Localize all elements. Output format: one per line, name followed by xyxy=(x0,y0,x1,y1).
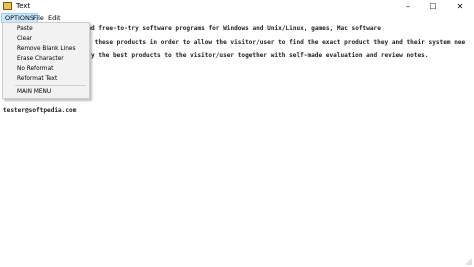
window-title: Text xyxy=(16,2,31,10)
menu-item-erase-character[interactable]: Erase Character xyxy=(17,55,64,64)
menu-item-clear[interactable]: Clear xyxy=(17,35,32,44)
title-bar: Text – ☐ ✕ xyxy=(0,0,474,13)
menu-item-reformat-text[interactable]: Reformat Text xyxy=(17,75,57,84)
menu-separator xyxy=(15,85,86,86)
text-line: y the best products to the visitor/user … xyxy=(91,52,429,59)
menu-item-no-reformat[interactable]: No Reformat xyxy=(17,65,53,74)
close-button[interactable]: ✕ xyxy=(448,0,472,13)
resize-grip-icon[interactable] xyxy=(466,259,472,265)
app-icon xyxy=(3,2,12,10)
menu-item-main-menu[interactable]: MAIN MENU xyxy=(17,88,51,97)
text-line: these products in order to allow the vis… xyxy=(91,39,466,46)
maximize-button[interactable]: ☐ xyxy=(421,0,445,13)
options-dropdown-menu: Paste Clear Remove Blank Lines Erase Cha… xyxy=(2,22,90,99)
text-line: tester@softpedia.com xyxy=(3,107,77,114)
minimize-button[interactable]: – xyxy=(396,0,420,13)
menu-item-paste[interactable]: Paste xyxy=(17,25,33,34)
menu-item-remove-blank-lines[interactable]: Remove Blank Lines xyxy=(17,45,75,54)
